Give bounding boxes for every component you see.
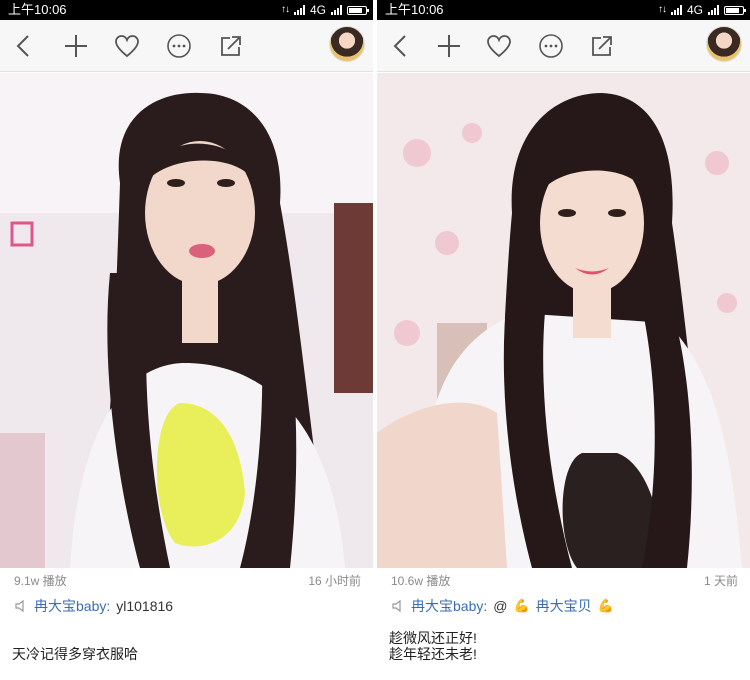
speaker-icon[interactable]	[391, 599, 405, 613]
share-icon	[221, 36, 241, 56]
username-link[interactable]: 冉大宝baby:	[34, 596, 110, 616]
post-panel-left: 上午10:06 ↑↓ 4G 9.1w 播放 16 小时前 冉大宝baby: yl…	[0, 0, 373, 680]
share-button[interactable]	[588, 32, 616, 60]
user-avatar[interactable]	[706, 26, 742, 62]
status-bar: 上午10:06 ↑↓ 4G	[377, 0, 750, 20]
signal-icon	[293, 5, 305, 15]
play-count: 10.6w 播放	[391, 574, 451, 588]
data-arrows-icon: ↑↓	[280, 4, 290, 15]
caption: 冉大宝baby: yl101816	[14, 596, 173, 616]
post-time: 16 小时前	[308, 574, 361, 588]
signal-icon-2	[331, 5, 342, 15]
status-bar: 上午10:06 ↑↓ 4G	[0, 0, 373, 20]
plus-icon	[65, 35, 87, 57]
toolbar	[377, 20, 750, 72]
battery-icon	[347, 5, 369, 15]
status-time: 上午10:06	[8, 2, 67, 17]
share-button[interactable]	[217, 32, 245, 60]
video-image	[377, 73, 750, 568]
post-text-line: 趁微风还正好!	[389, 630, 477, 646]
caption: 冉大宝baby: @ 💪 冉大宝贝 💪	[391, 596, 614, 616]
signal-icon	[670, 5, 682, 15]
status-icons: ↑↓ 4G	[280, 0, 369, 20]
data-arrows-icon: ↑↓	[657, 4, 667, 15]
network-type: 4G	[686, 3, 703, 17]
toolbar	[0, 20, 373, 72]
like-button[interactable]	[113, 32, 141, 60]
more-icon	[539, 34, 563, 58]
video-image	[0, 73, 373, 568]
heart-icon	[487, 35, 511, 58]
mention-link[interactable]: 冉大宝贝	[536, 596, 592, 616]
add-button[interactable]	[435, 32, 463, 60]
back-button[interactable]	[387, 32, 415, 60]
user-avatar[interactable]	[329, 26, 365, 62]
chevron-left-icon	[393, 35, 406, 57]
post-panel-right: 上午10:06 ↑↓ 4G 10.6w 播放 1 天前 冉大宝baby: @ 💪…	[377, 0, 750, 680]
like-button[interactable]	[485, 32, 513, 60]
more-button[interactable]	[165, 32, 193, 60]
heart-icon	[115, 35, 139, 58]
post-meta: 10.6w 播放 1 天前	[377, 568, 750, 590]
post-time: 1 天前	[703, 574, 738, 588]
username-link[interactable]: 冉大宝baby:	[411, 596, 487, 616]
back-button[interactable]	[10, 32, 38, 60]
play-count: 9.1w 播放	[14, 574, 67, 588]
signal-icon-2	[708, 5, 719, 15]
more-icon	[167, 34, 191, 58]
plus-icon	[438, 35, 460, 57]
caption-message: @	[493, 598, 508, 614]
speaker-icon[interactable]	[14, 599, 28, 613]
post-meta: 9.1w 播放 16 小时前	[0, 568, 373, 590]
chevron-left-icon	[16, 35, 29, 57]
network-type: 4G	[309, 3, 326, 17]
caption-message: yl101816	[116, 598, 174, 614]
muscle-emoji-icon: 💪	[513, 598, 530, 613]
video-thumbnail[interactable]	[377, 73, 750, 568]
post-text-line: 天冷记得多穿衣服哈	[12, 646, 138, 662]
video-thumbnail[interactable]	[0, 73, 373, 568]
battery-icon	[724, 5, 746, 15]
status-time: 上午10:06	[385, 2, 444, 17]
post-text-line: 趁年轻还未老!	[389, 646, 477, 662]
more-button[interactable]	[537, 32, 565, 60]
add-button[interactable]	[62, 32, 90, 60]
status-icons: ↑↓ 4G	[657, 0, 746, 20]
share-icon	[592, 36, 612, 56]
muscle-emoji-icon: 💪	[597, 598, 614, 613]
